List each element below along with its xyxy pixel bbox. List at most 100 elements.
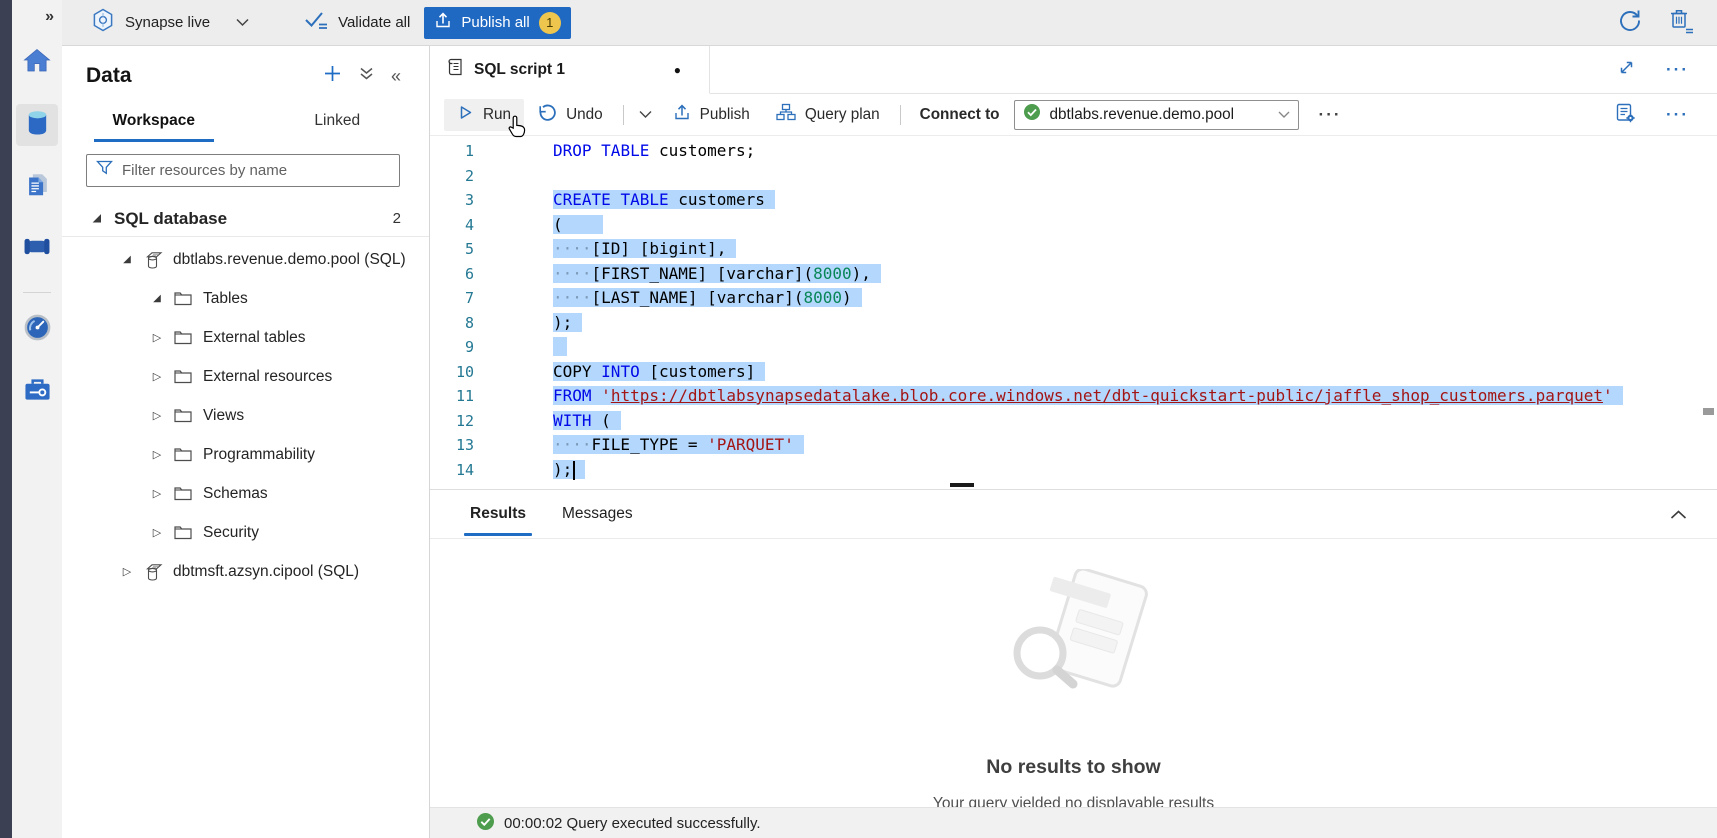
connection-more-icon[interactable]: ··· — [1319, 105, 1342, 125]
tree-item-programmability[interactable]: ▷ Programmability — [62, 435, 429, 474]
nav-sidebar: » — [12, 0, 62, 838]
code-line[interactable]: 2 — [430, 164, 1717, 189]
publish-button[interactable]: Publish — [660, 99, 763, 131]
collapse-all-icon[interactable] — [359, 66, 374, 86]
tree-item-dbtmsft-azsyn-cipool-sql[interactable]: ▷ dbtmsft.azsyn.cipool (SQL) — [62, 552, 429, 591]
expanded-triangle-icon[interactable]: ◢ — [88, 213, 106, 224]
results-panel: No results to show Your query yielded no… — [430, 539, 1717, 807]
code-line[interactable]: 4( — [430, 213, 1717, 238]
code-line-content: ); — [553, 311, 582, 336]
double-chevron-right-icon[interactable]: » — [45, 8, 54, 26]
code-line[interactable]: 7 ····[LAST_NAME] [varchar](8000) — [430, 286, 1717, 311]
tab-messages[interactable]: Messages — [562, 490, 633, 538]
code-line[interactable]: 12WITH ( — [430, 409, 1717, 434]
sidebar-item-data[interactable] — [16, 104, 58, 146]
selection-highlight: ····[LAST_NAME] [varchar](8000) — [553, 288, 862, 307]
tab-linked[interactable]: Linked — [246, 100, 430, 142]
code-line[interactable]: 10COPY INTO [customers] — [430, 360, 1717, 385]
refresh-icon[interactable] — [1616, 7, 1643, 39]
mode-selector-label[interactable]: Synapse live — [125, 14, 210, 31]
tree-item-label: dbtmsft.azsyn.cipool (SQL) — [173, 563, 359, 581]
splitter-drag-handle[interactable] — [950, 483, 974, 487]
sidebar-item-monitor[interactable] — [16, 309, 58, 351]
tree-item-views[interactable]: ▷Views — [62, 396, 429, 435]
line-number: 12 — [430, 409, 474, 434]
collapsed-triangle-icon[interactable]: ▷ — [148, 448, 166, 461]
tab-results-label: Results — [470, 505, 526, 523]
database-tree: ◢SQL database2◢dbtlabs.revenue.demo.pool… — [62, 201, 429, 591]
collapsed-triangle-icon[interactable]: ▷ — [148, 370, 166, 383]
expanded-triangle-icon[interactable]: ◢ — [118, 254, 136, 265]
collapse-results-chevron-icon[interactable] — [1670, 509, 1717, 520]
tab-sql-script-1[interactable]: SQL script 1 ● — [430, 46, 710, 94]
connect-to-dropdown[interactable]: dbtlabs.revenue.demo.pool — [1014, 100, 1299, 130]
sql-code-editor[interactable]: 1DROP TABLE customers;23CREATE TABLE cus… — [430, 136, 1717, 489]
tree-item-external-tables[interactable]: ▷ External tables — [62, 318, 429, 357]
tree-item-security[interactable]: ▷Security — [62, 513, 429, 552]
discard-all-icon[interactable] — [1669, 7, 1695, 39]
sql-pool-db-icon — [141, 562, 165, 582]
collapsed-triangle-icon[interactable]: ▷ — [148, 409, 166, 422]
collapsed-triangle-icon[interactable]: ▷ — [148, 487, 166, 500]
code-line[interactable]: 14); — [430, 458, 1717, 483]
tab-results[interactable]: Results — [470, 490, 526, 538]
tab-more-actions-icon[interactable]: ··· — [1666, 60, 1689, 80]
expanded-triangle-icon[interactable]: ◢ — [148, 293, 166, 304]
code-line-content — [553, 335, 567, 360]
code-line[interactable]: 8); — [430, 311, 1717, 336]
sidebar-item-integrate[interactable] — [16, 228, 58, 270]
toolbar-more-icon[interactable]: ··· — [1666, 105, 1689, 125]
sidebar-item-develop[interactable] — [16, 166, 58, 208]
code-line[interactable]: 11FROM 'https://dbtlabsynapsedatalake.bl… — [430, 384, 1717, 409]
query-plan-button[interactable]: Query plan — [763, 99, 893, 131]
no-results-illustration — [994, 569, 1154, 716]
code-line[interactable]: 3CREATE TABLE customers — [430, 188, 1717, 213]
publish-all-button[interactable]: Publish all 1 — [424, 7, 570, 39]
collapsed-triangle-icon[interactable]: ▷ — [148, 526, 166, 539]
tree-item-label: External tables — [203, 329, 306, 347]
unsaved-dot-icon: ● — [674, 63, 681, 77]
query-plan-icon — [776, 103, 796, 126]
chevron-down-icon[interactable] — [236, 18, 249, 27]
collapse-panel-icon[interactable]: « — [391, 67, 401, 85]
code-line[interactable]: 9 — [430, 335, 1717, 360]
doc-tab-title: SQL script 1 — [474, 61, 565, 79]
undo-button[interactable]: Undo — [524, 99, 616, 131]
code-line[interactable]: 13····FILE_TYPE = 'PARQUET' — [430, 433, 1717, 458]
tree-item-label: Programmability — [203, 446, 315, 464]
code-line[interactable]: 6····[FIRST_NAME] [varchar](8000), — [430, 262, 1717, 287]
sidebar-item-manage[interactable] — [16, 371, 58, 413]
line-number: 7 — [430, 286, 474, 311]
validate-all-button[interactable]: Validate all — [295, 10, 410, 35]
filter-resources-input[interactable] — [122, 162, 390, 179]
code-line[interactable]: 5····[ID] [bigint], — [430, 237, 1717, 262]
code-line[interactable]: 1DROP TABLE customers; — [430, 139, 1717, 164]
line-number: 4 — [430, 213, 474, 238]
tab-linked-label: Linked — [314, 112, 360, 130]
collapsed-triangle-icon[interactable]: ▷ — [118, 565, 136, 578]
add-icon[interactable] — [323, 64, 342, 88]
tree-item-sql-database[interactable]: ◢SQL database2 — [62, 201, 429, 237]
line-number: 1 — [430, 139, 474, 164]
toolbar-separator — [900, 105, 901, 125]
tab-workspace[interactable]: Workspace — [62, 100, 246, 142]
run-options-chevron[interactable] — [631, 99, 660, 131]
tree-item-label: Tables — [203, 290, 248, 308]
tree-item-schemas[interactable]: ▷Schemas — [62, 474, 429, 513]
tree-item-tables[interactable]: ◢ Tables — [62, 279, 429, 318]
collapsed-triangle-icon[interactable]: ▷ — [148, 331, 166, 344]
selection-highlight: FROM 'https://dbtlabsynapsedatalake.blob… — [553, 386, 1623, 405]
line-number: 10 — [430, 360, 474, 385]
tree-item-external-resources[interactable]: ▷External resources — [62, 357, 429, 396]
success-check-icon — [476, 812, 495, 835]
code-line-content: ····FILE_TYPE = 'PARQUET' — [553, 433, 804, 458]
scrollbar-thumb[interactable] — [1703, 408, 1714, 415]
expand-editor-icon[interactable] — [1617, 58, 1636, 82]
results-tab-bar: Results Messages — [430, 489, 1717, 539]
publish-count-badge: 1 — [539, 12, 561, 34]
sidebar-item-home[interactable] — [16, 42, 58, 84]
sql-script-icon — [446, 57, 463, 82]
tree-item-dbtlabs-revenue-demo-pool-sql[interactable]: ◢dbtlabs.revenue.demo.pool (SQL) — [62, 240, 429, 279]
run-button[interactable]: Run — [444, 99, 524, 131]
properties-icon[interactable] — [1615, 102, 1636, 128]
